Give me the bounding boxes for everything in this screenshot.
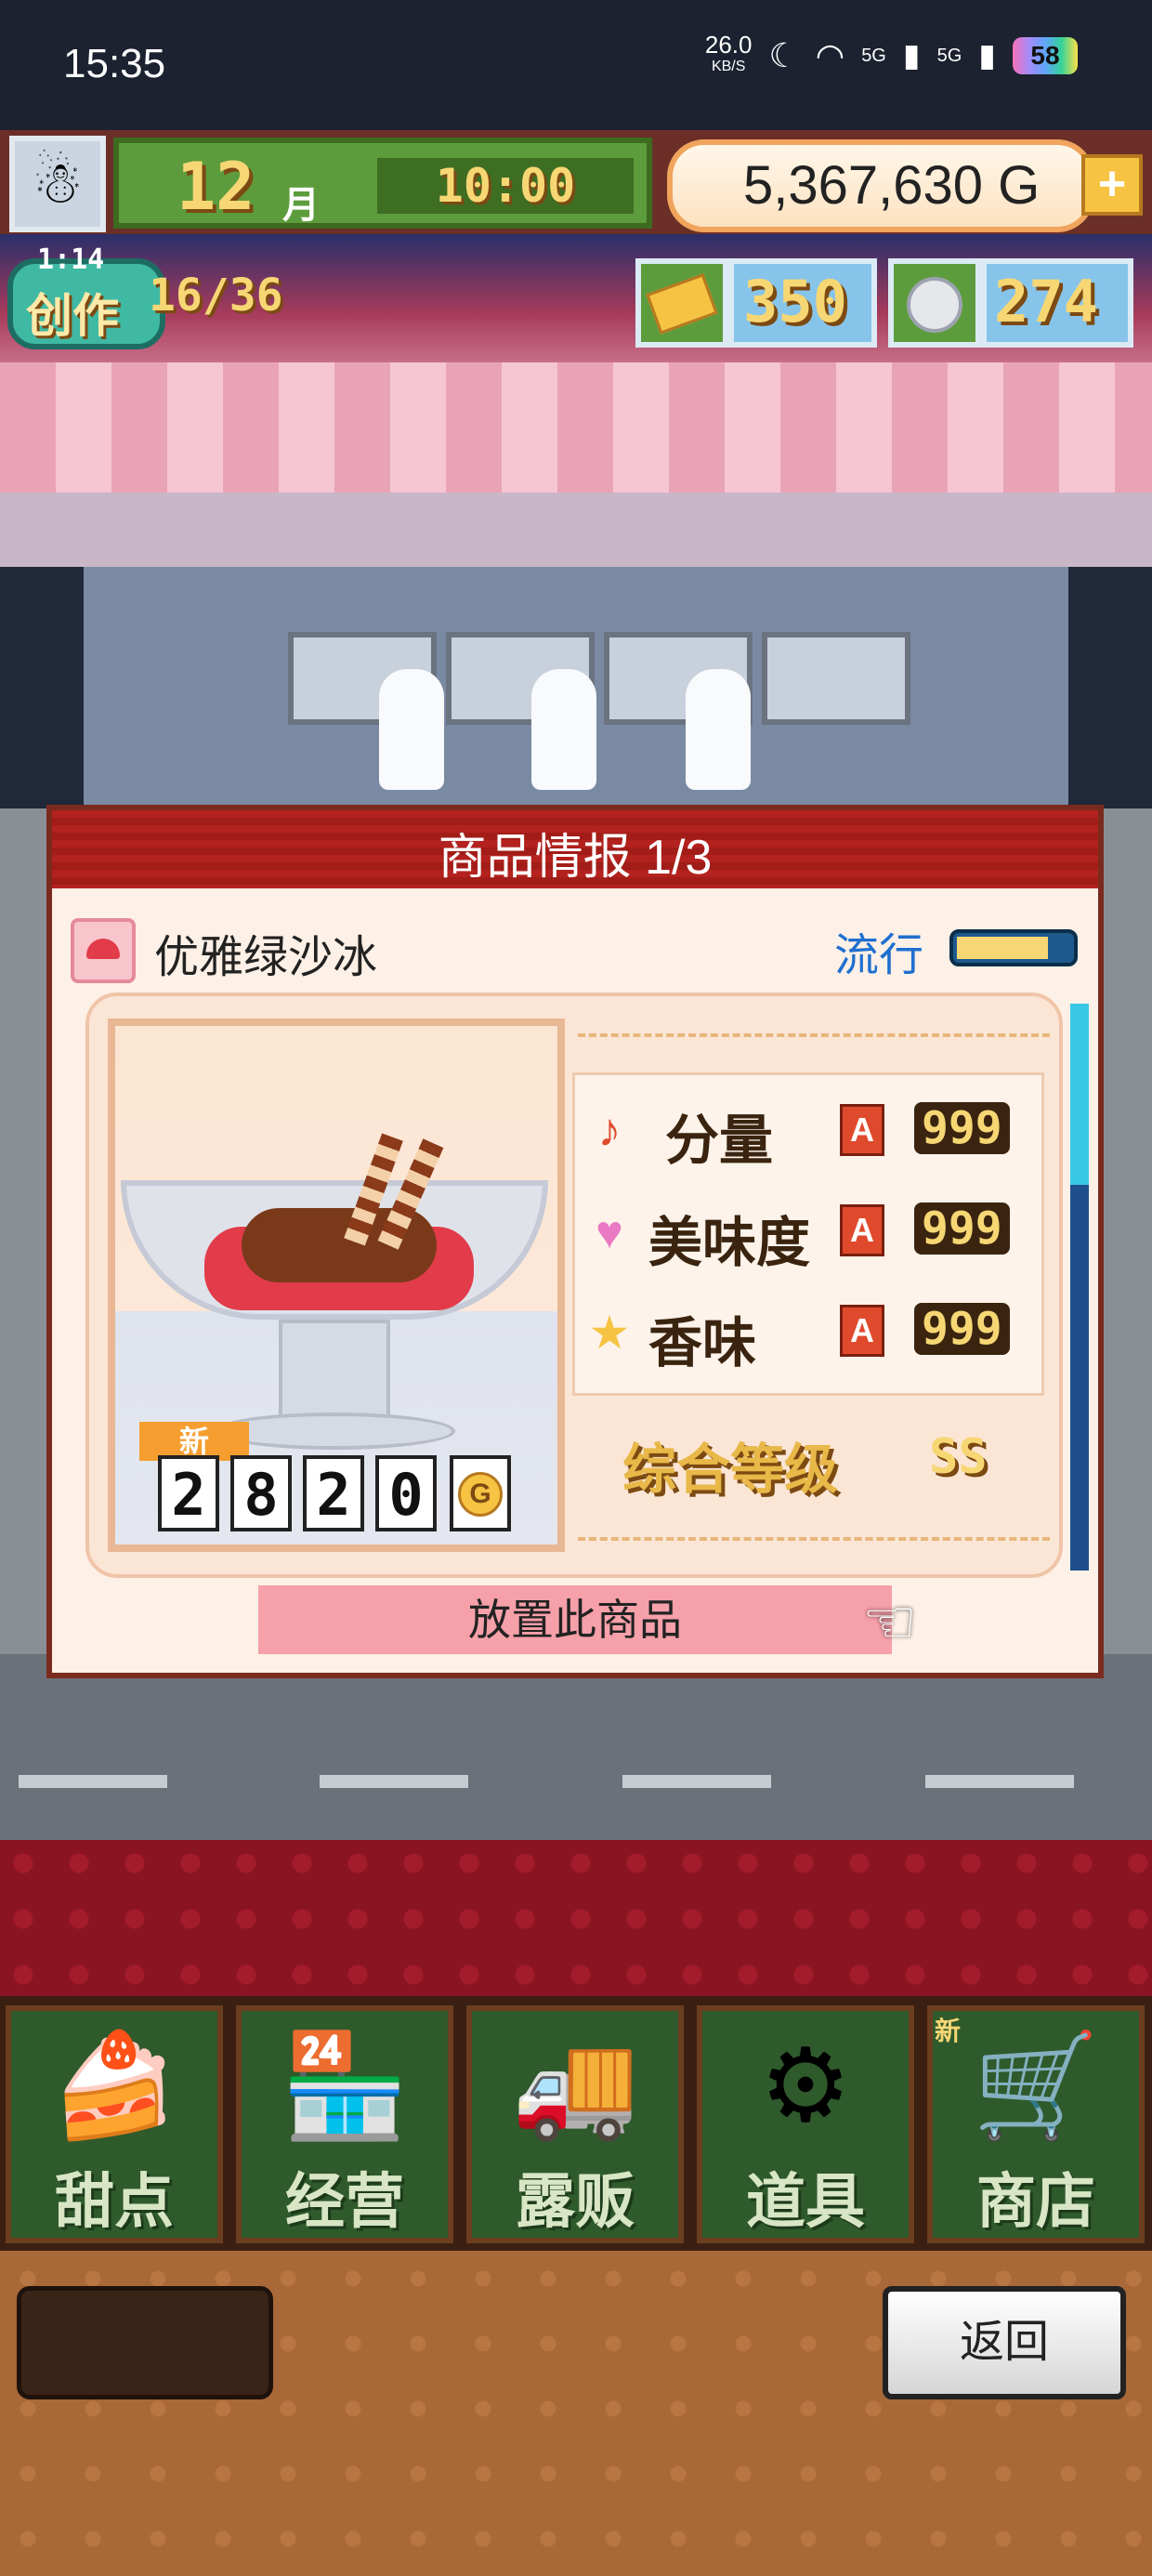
stat-rank: A (840, 1305, 884, 1357)
back-button[interactable]: 返回 (883, 2286, 1126, 2399)
signal-icon-2: ▮ (978, 38, 996, 73)
music-note-icon: ♪ (597, 1104, 622, 1156)
create-timer: 1:14 (37, 243, 105, 276)
month-label: 月 (282, 185, 320, 226)
gold-coin-icon: G (450, 1455, 511, 1531)
shop-awning (0, 362, 1152, 493)
tools-icon: ⚙ (759, 2029, 852, 2143)
nav-label: 道具 (746, 2168, 865, 2235)
lane-marking (19, 1775, 167, 1788)
stat-value: 999 (914, 1203, 1010, 1255)
stat-value: 999 (914, 1102, 1010, 1154)
status-bar: 15:35 26.0 KB/S ☾ ◠ 5G ▮ 5G ▮ 58 (0, 0, 1152, 130)
nav-label: 甜点 (55, 2168, 174, 2235)
month-number: 12 (177, 149, 255, 225)
price-digit: 2 (303, 1455, 364, 1531)
wifi-icon: ◠ (815, 36, 845, 74)
trend-label: 流行 (834, 931, 924, 980)
place-item-button[interactable]: 放置此商品 (258, 1585, 892, 1654)
game-clock: 10:00 (377, 158, 634, 214)
stat-rank: A (840, 1204, 884, 1256)
heart-icon: ♥ (596, 1206, 623, 1258)
status-time: 15:35 (63, 41, 166, 86)
item-name: 优雅绿沙冰 (154, 933, 378, 982)
lane-marking (320, 1775, 468, 1788)
dialog-title: 商品情报 1/3 (438, 831, 713, 885)
red-carpet (0, 1840, 1152, 1998)
chef-character (686, 669, 751, 790)
bowl-stem (279, 1320, 390, 1422)
divider (578, 1033, 1050, 1037)
shop-roof-trim (0, 493, 1152, 567)
create-label: 创作 (26, 290, 119, 342)
oven (762, 632, 910, 725)
signal-5g-label-2: 5G (936, 45, 962, 66)
dessert-category-icon (71, 918, 136, 983)
new-indicator: 新 (935, 2017, 962, 2045)
ticket-count: 350 (743, 268, 847, 335)
overall-rank-value: SS (929, 1429, 988, 1485)
avatar[interactable]: ☃ (9, 136, 106, 232)
price-digit: 8 (230, 1455, 292, 1531)
network-speed: 26.0 KB/S (704, 31, 753, 74)
create-progress: 16/36 (149, 269, 283, 322)
snowman-icon: ☃ (32, 151, 84, 216)
nav-label: 露贩 (516, 2168, 635, 2235)
shop-icon: 🏪 (281, 2029, 409, 2143)
nav-label: 经营 (285, 2168, 404, 2235)
ticket-icon (635, 258, 728, 348)
info-slot (17, 2286, 273, 2399)
battery-indicator: 58 (1013, 37, 1078, 74)
signal-5g-label-1: 5G (861, 45, 886, 66)
stat-value: 999 (914, 1303, 1010, 1355)
bowl-base (214, 1413, 455, 1450)
price-digit: 2 (158, 1455, 219, 1531)
stat-label: 香味 (648, 1313, 757, 1373)
medal-icon (888, 258, 981, 348)
chef-character (379, 669, 444, 790)
add-gold-button[interactable]: + (1081, 154, 1143, 216)
medal-count: 274 (994, 268, 1098, 335)
price-digit: 0 (375, 1455, 437, 1531)
star-icon: ★ (588, 1307, 631, 1359)
moon-icon: ☾ (768, 36, 799, 74)
stat-rank: A (840, 1104, 884, 1156)
chef-character (531, 669, 596, 790)
stat-label: 分量 (665, 1111, 774, 1171)
overall-rank-label: 综合等级 (622, 1439, 839, 1500)
lane-marking (622, 1775, 771, 1788)
signal-icon-1: ▮ (902, 38, 921, 73)
food-truck-icon: 🚚 (511, 2029, 639, 2143)
trend-meter-fill (957, 937, 1048, 959)
road (0, 1654, 1152, 1840)
lane-marking (925, 1775, 1074, 1788)
pointing-hand-icon: ☜ (862, 1587, 918, 1656)
gold-amount: 5,367,630 G (743, 155, 1041, 216)
nav-label: 商店 (976, 2168, 1095, 2235)
cake-icon: 🍰 (50, 2029, 178, 2143)
divider (578, 1537, 1050, 1541)
scrollbar-thumb[interactable] (1070, 1004, 1089, 1185)
stat-label: 美味度 (648, 1213, 811, 1273)
